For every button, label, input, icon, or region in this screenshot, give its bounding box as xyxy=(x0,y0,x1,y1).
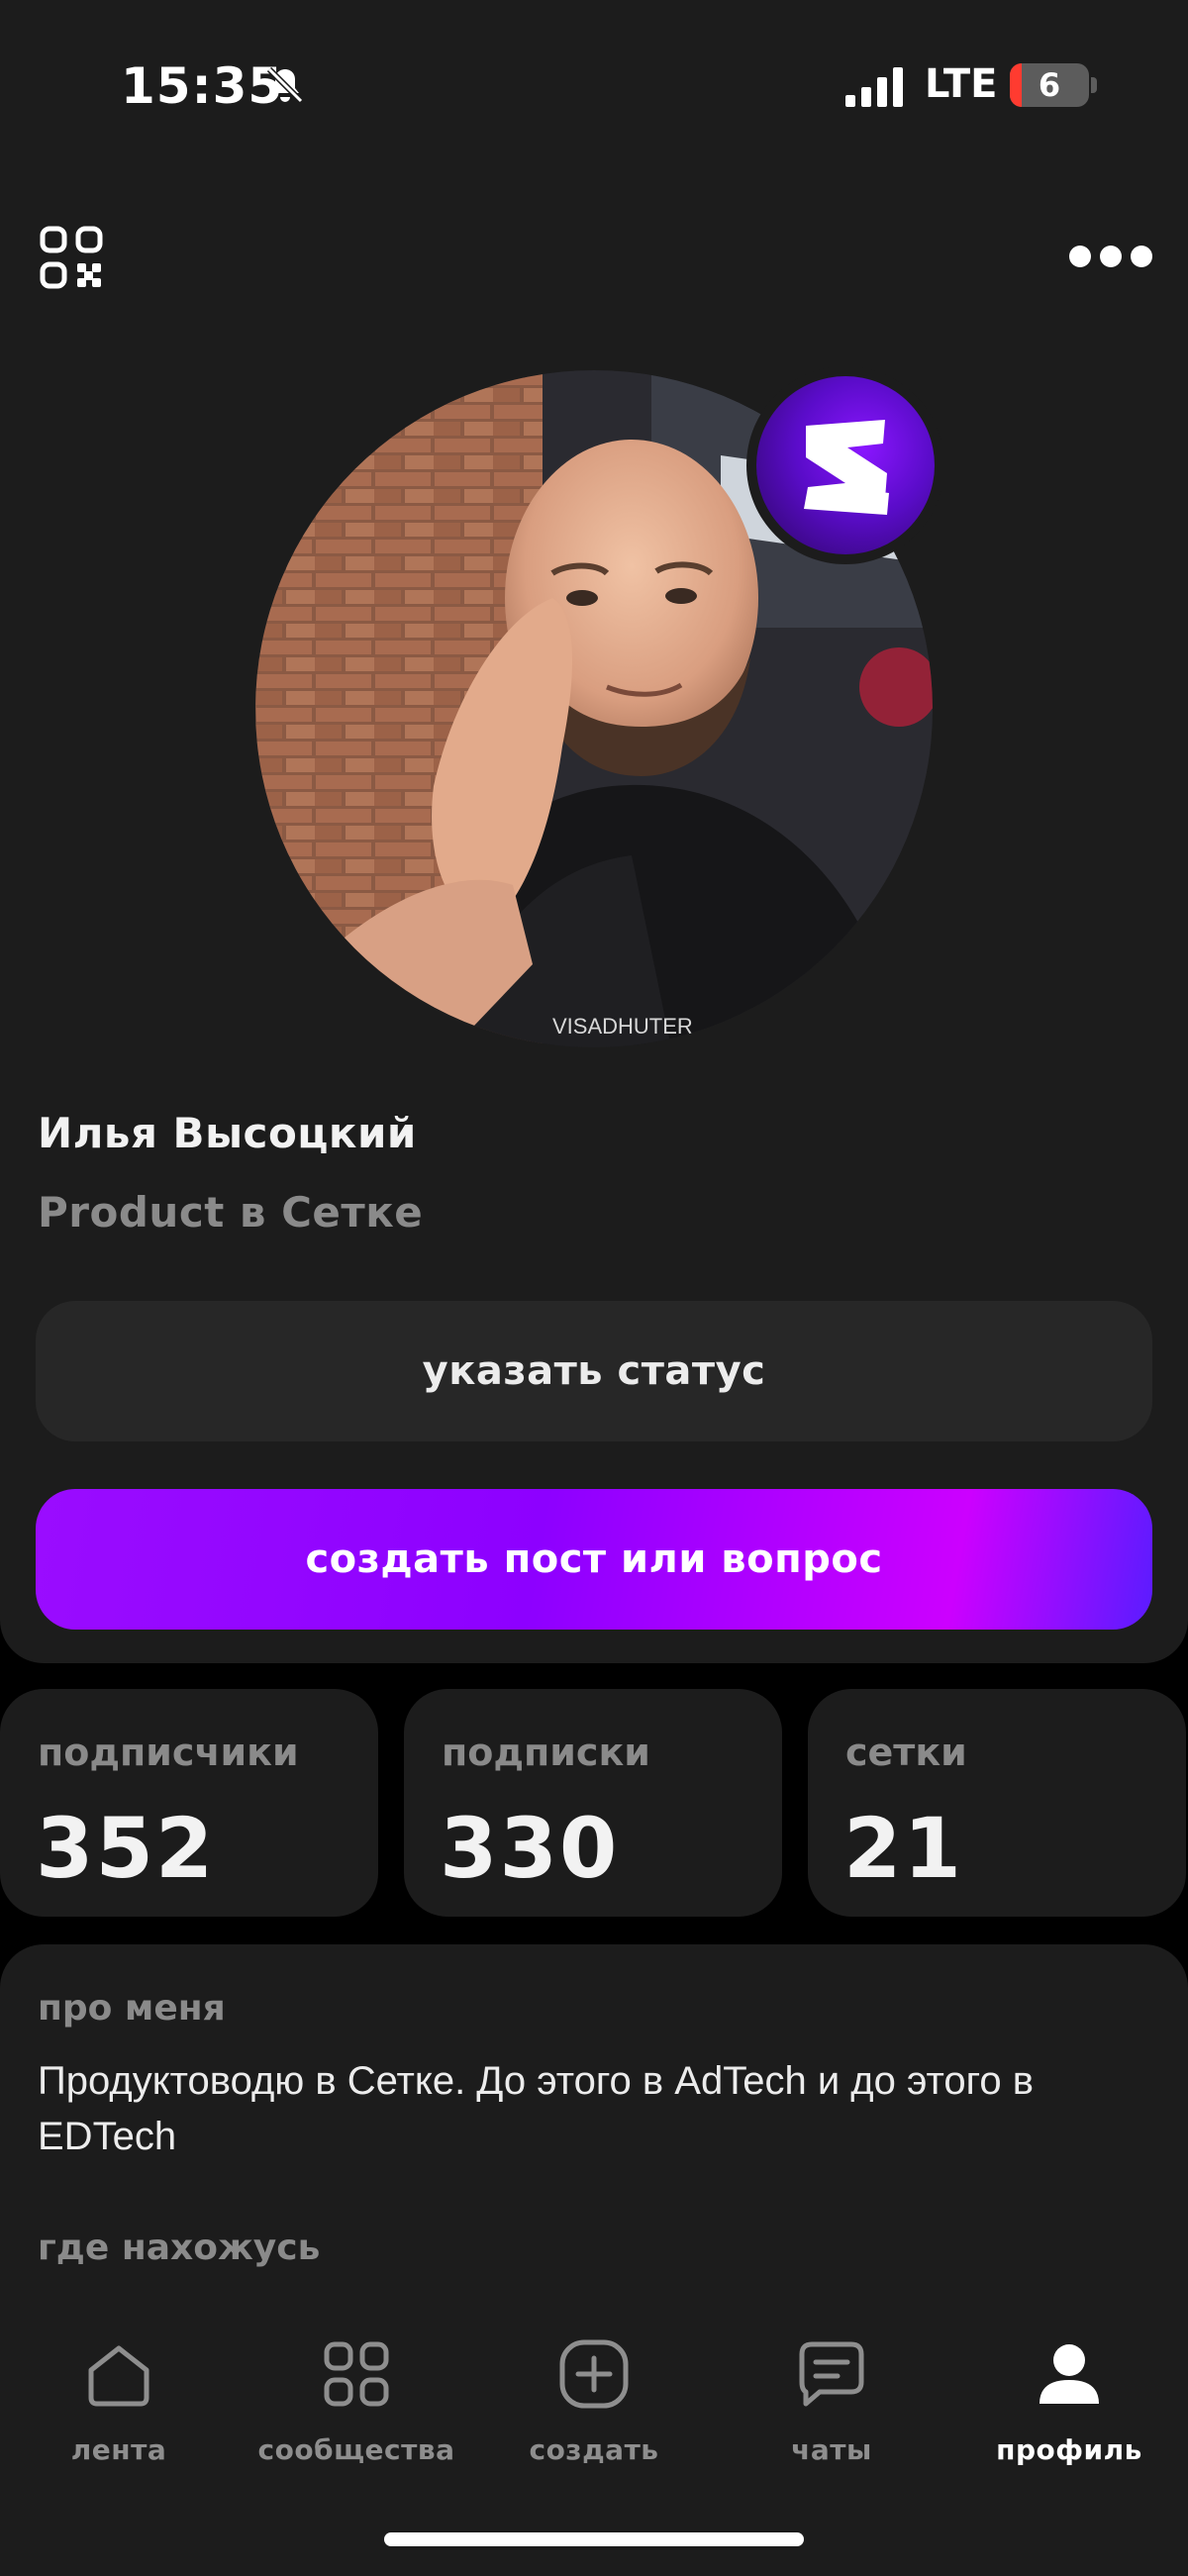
tab-profile[interactable]: профиль xyxy=(950,2336,1188,2485)
signal-icon xyxy=(845,67,903,107)
battery-tip xyxy=(1091,77,1097,93)
tab-label: создать xyxy=(529,2433,659,2466)
status-time: 15:35 xyxy=(121,57,284,115)
stat-networks[interactable]: сетки 21 xyxy=(808,1689,1186,1917)
more-icon[interactable] xyxy=(1069,242,1152,271)
stat-following[interactable]: подписки 330 xyxy=(404,1689,782,1917)
stat-label: сетки xyxy=(845,1731,967,1774)
profile-job: Product в Сетке xyxy=(38,1188,424,1237)
about-title: про меня xyxy=(38,1988,226,2029)
profile-name: Илья Высоцкий xyxy=(38,1109,417,1157)
chat-icon xyxy=(799,2341,864,2407)
stat-label: подписки xyxy=(442,1731,650,1774)
location-title: где нахожусь xyxy=(38,2228,321,2268)
svg-text:VISADHUTER: VISADHUTER xyxy=(552,1014,693,1039)
profile-icon xyxy=(1040,2344,1099,2404)
setka-badge xyxy=(746,366,944,564)
tab-label: профиль xyxy=(996,2433,1142,2466)
battery-icon: 6 xyxy=(1010,63,1089,107)
tab-chats[interactable]: чаты xyxy=(713,2336,950,2485)
home-icon xyxy=(88,2345,149,2407)
stat-value: 330 xyxy=(440,1800,620,1897)
setka-logo-icon xyxy=(804,420,889,515)
stat-followers[interactable]: подписчики 352 xyxy=(0,1689,378,1917)
about-text: Продуктоводю в Сетке. До этого в AdTech … xyxy=(38,2059,1034,2158)
stat-value: 21 xyxy=(843,1800,963,1897)
grid-icon xyxy=(324,2341,389,2407)
tab-label: лента xyxy=(70,2433,167,2466)
tab-create[interactable]: создать xyxy=(475,2336,713,2485)
stat-value: 352 xyxy=(36,1800,216,1897)
create-post-button[interactable]: создать пост или вопрос xyxy=(36,1489,1152,1630)
tab-label: чаты xyxy=(791,2433,872,2466)
plus-square-icon xyxy=(559,2339,629,2409)
battery-level: 6 xyxy=(1038,66,1061,104)
home-indicator[interactable] xyxy=(384,2532,804,2546)
set-status-button[interactable]: указать статус xyxy=(36,1301,1152,1441)
tab-label: сообщества xyxy=(257,2433,455,2466)
tab-communities[interactable]: сообщества xyxy=(238,2336,475,2485)
qr-code-icon[interactable] xyxy=(40,226,103,289)
bell-off-icon xyxy=(266,66,304,104)
tab-feed[interactable]: лента xyxy=(0,2336,238,2485)
stat-label: подписчики xyxy=(38,1731,299,1774)
network-type: LTE xyxy=(925,61,998,107)
